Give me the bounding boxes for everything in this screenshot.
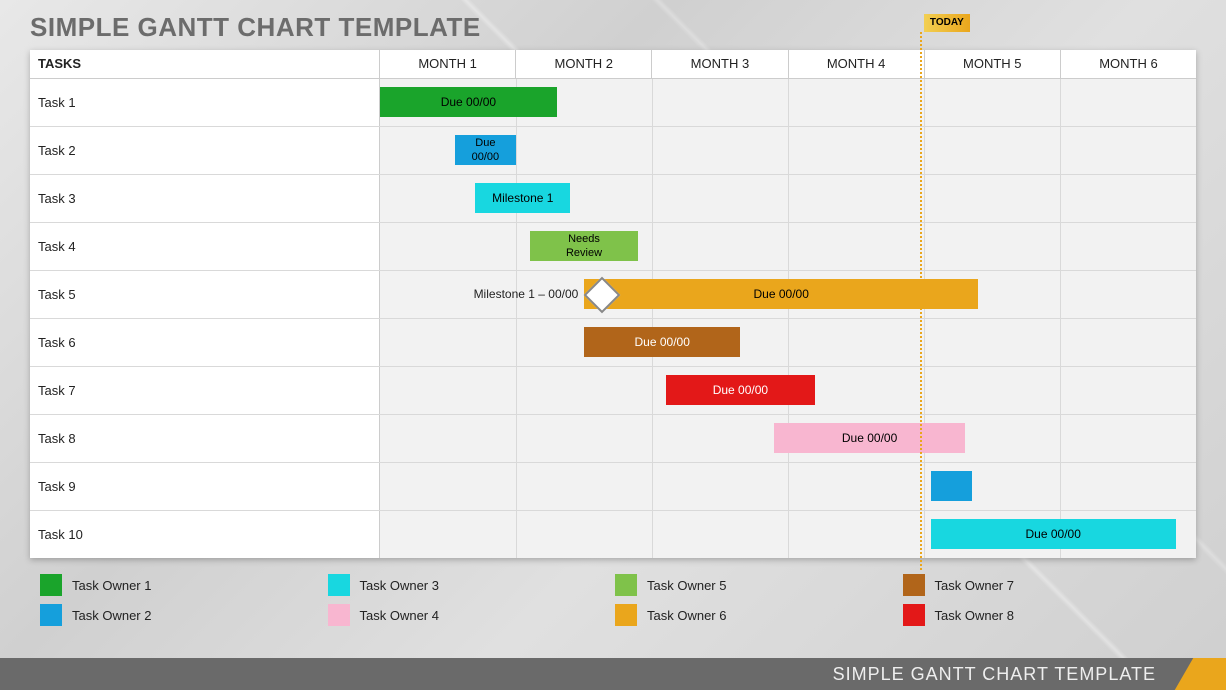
task-row: Task 6 Due 00/00 — [30, 319, 1196, 367]
legend-swatch — [328, 604, 350, 626]
footer-accent — [1166, 658, 1226, 690]
task-label: Task 4 — [30, 223, 380, 270]
task-row: Task 10 Due 00/00 — [30, 511, 1196, 558]
legend-item: Task Owner 4 — [328, 600, 616, 630]
gantt-bar[interactable]: NeedsReview — [530, 231, 639, 261]
today-line — [920, 32, 922, 570]
gantt-bar[interactable]: Due 00/00 — [666, 375, 816, 405]
task-row: Task 4 NeedsReview — [30, 223, 1196, 271]
legend-item: Task Owner 6 — [615, 600, 903, 630]
gantt-bar[interactable]: Due00/00 — [455, 135, 516, 165]
tasks-column-header: TASKS — [30, 50, 380, 78]
footer-title: SIMPLE GANTT CHART TEMPLATE — [833, 658, 1156, 690]
legend-swatch — [40, 604, 62, 626]
task-label: Task 8 — [30, 415, 380, 462]
task-label: Task 1 — [30, 79, 380, 126]
task-row: Task 3 Milestone 1 — [30, 175, 1196, 223]
timeline-cell: Due00/00 — [380, 127, 1196, 174]
timeline-cell: Due 00/00 — [380, 79, 1196, 126]
month-header-3: MONTH 3 — [652, 50, 788, 78]
legend-swatch — [615, 574, 637, 596]
legend-label: Task Owner 8 — [935, 608, 1014, 623]
legend-label: Task Owner 6 — [647, 608, 726, 623]
timeline-cell: Due 00/00 — [380, 511, 1196, 558]
legend-swatch — [615, 604, 637, 626]
month-header-4: MONTH 4 — [789, 50, 925, 78]
gantt-bar[interactable] — [931, 471, 972, 501]
task-row: Task 9 — [30, 463, 1196, 511]
legend-label: Task Owner 4 — [360, 608, 439, 623]
task-label: Task 5 — [30, 271, 380, 318]
timeline-cell: NeedsReview — [380, 223, 1196, 270]
gantt-bar[interactable]: Due 00/00 — [380, 87, 557, 117]
legend-swatch — [903, 574, 925, 596]
timeline-cell: Due 00/00 — [380, 367, 1196, 414]
task-label: Task 9 — [30, 463, 380, 510]
task-label: Task 6 — [30, 319, 380, 366]
month-header-6: MONTH 6 — [1061, 50, 1196, 78]
legend: Task Owner 1 Task Owner 3 Task Owner 5 Task… — [40, 570, 1190, 630]
legend-label: Task Owner 7 — [935, 578, 1014, 593]
task-label: Task 3 — [30, 175, 380, 222]
month-header-5: MONTH 5 — [925, 50, 1061, 78]
task-row: Task 7 Due 00/00 — [30, 367, 1196, 415]
timeline-cell — [380, 463, 1196, 510]
legend-item: Task Owner 8 — [903, 600, 1191, 630]
timeline-cell: Due 00/00 — [380, 415, 1196, 462]
task-row: Task 8 Due 00/00 — [30, 415, 1196, 463]
legend-item: Task Owner 7 — [903, 570, 1191, 600]
task-row: Task 5Due 00/00Milestone 1 – 00/00 — [30, 271, 1196, 319]
timeline-cell: Due 00/00Milestone 1 – 00/00 — [380, 271, 1196, 318]
task-label: Task 10 — [30, 511, 380, 558]
gantt-grid: TASKS MONTH 1 MONTH 2 MONTH 3 MONTH 4 MO… — [30, 50, 1196, 558]
month-header-2: MONTH 2 — [516, 50, 652, 78]
legend-label: Task Owner 5 — [647, 578, 726, 593]
legend-swatch — [328, 574, 350, 596]
header-row: TASKS MONTH 1 MONTH 2 MONTH 3 MONTH 4 MO… — [30, 50, 1196, 79]
legend-swatch — [903, 604, 925, 626]
milestone-label: Milestone 1 – 00/00 — [380, 279, 578, 309]
legend-item: Task Owner 5 — [615, 570, 903, 600]
task-label: Task 7 — [30, 367, 380, 414]
legend-label: Task Owner 3 — [360, 578, 439, 593]
legend-item: Task Owner 2 — [40, 600, 328, 630]
legend-item: Task Owner 3 — [328, 570, 616, 600]
task-row: Task 2 Due00/00 — [30, 127, 1196, 175]
task-row: Task 1Due 00/00 — [30, 79, 1196, 127]
gantt-bar[interactable]: Due 00/00 — [584, 327, 740, 357]
gantt-bar[interactable]: Milestone 1 — [475, 183, 570, 213]
gantt-bar[interactable]: Due 00/00 — [774, 423, 964, 453]
timeline-cell: Due 00/00 — [380, 319, 1196, 366]
task-label: Task 2 — [30, 127, 380, 174]
page-title: SIMPLE GANTT CHART TEMPLATE — [30, 12, 481, 43]
legend-item: Task Owner 1 — [40, 570, 328, 600]
timeline-cell: Milestone 1 — [380, 175, 1196, 222]
today-badge: TODAY — [924, 14, 970, 32]
legend-label: Task Owner 1 — [72, 578, 151, 593]
legend-label: Task Owner 2 — [72, 608, 151, 623]
month-header-1: MONTH 1 — [380, 50, 516, 78]
footer-bar: SIMPLE GANTT CHART TEMPLATE — [0, 658, 1226, 690]
legend-swatch — [40, 574, 62, 596]
gantt-bar[interactable]: Due 00/00 — [931, 519, 1176, 549]
